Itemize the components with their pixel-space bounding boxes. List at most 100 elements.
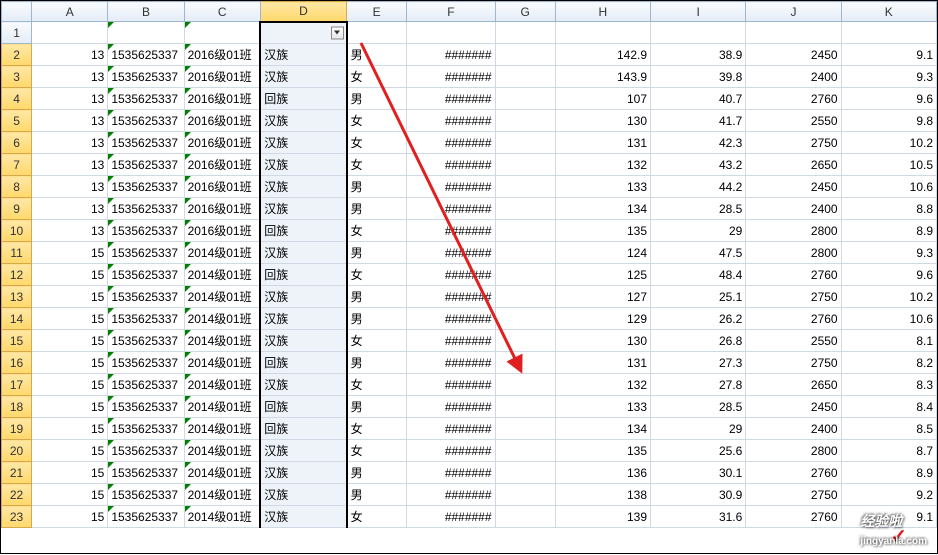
cell-B[interactable]: 1535625337 [108, 220, 184, 242]
cell-F[interactable]: ####### [407, 198, 495, 220]
cell-H[interactable]: 135 [555, 220, 650, 242]
cell-C[interactable]: 2014级01班 [184, 352, 260, 374]
cell-C[interactable]: 2016级01班 [184, 220, 260, 242]
cell-J[interactable]: 2400 [746, 418, 841, 440]
cell-D[interactable]: 回族 [260, 396, 346, 418]
cell-E[interactable]: 男 [347, 352, 407, 374]
row-header[interactable]: 13 [2, 286, 32, 308]
cell-J[interactable]: 2400 [746, 198, 841, 220]
cell-C[interactable]: 2014级01班 [184, 440, 260, 462]
cell-F[interactable]: ####### [407, 440, 495, 462]
cell-K[interactable]: 8.9 [841, 220, 936, 242]
cell-J[interactable]: 2450 [746, 44, 841, 66]
cell-I[interactable]: 30.1 [651, 462, 746, 484]
column-header-A[interactable]: A [32, 2, 108, 22]
cell-A[interactable]: 15 [32, 374, 108, 396]
cell-I[interactable]: 44.2 [651, 176, 746, 198]
cell-B[interactable]: 1535625337 [108, 396, 184, 418]
cell-G[interactable] [495, 352, 555, 374]
cell-B[interactable]: 1535625337 [108, 440, 184, 462]
cell-F[interactable]: ####### [407, 264, 495, 286]
cell-I[interactable]: 42.3 [651, 132, 746, 154]
cell-D[interactable]: 汉族 [260, 66, 346, 88]
cell-F[interactable]: ####### [407, 220, 495, 242]
cell-J[interactable]: 2760 [746, 88, 841, 110]
row-header[interactable]: 9 [2, 198, 32, 220]
cell-C[interactable]: 2014级01班 [184, 418, 260, 440]
cell-C[interactable]: 2014级01班 [184, 330, 260, 352]
cell-E[interactable]: 男 [347, 484, 407, 506]
column-header-B[interactable]: B [108, 2, 184, 22]
cell-B[interactable]: 1535625337 [108, 418, 184, 440]
cell-G[interactable] [495, 198, 555, 220]
cell-G[interactable] [495, 176, 555, 198]
cell-J[interactable]: 2800 [746, 220, 841, 242]
cell-C[interactable]: 2016级01班 [184, 44, 260, 66]
cell-G[interactable] [495, 308, 555, 330]
cell-J[interactable]: 2750 [746, 132, 841, 154]
cell-I[interactable]: 39.8 [651, 66, 746, 88]
cell-D[interactable]: 汉族 [260, 462, 346, 484]
cell-I[interactable]: 26.8 [651, 330, 746, 352]
cell-K[interactable]: 10.2 [841, 286, 936, 308]
cell-E[interactable]: 女 [347, 418, 407, 440]
cell-K[interactable]: 10.6 [841, 176, 936, 198]
cell-F[interactable]: ####### [407, 462, 495, 484]
row-header[interactable]: 3 [2, 66, 32, 88]
cell-G[interactable] [495, 220, 555, 242]
cell-G[interactable] [495, 242, 555, 264]
cell-D[interactable]: 汉族 [260, 286, 346, 308]
cell-A[interactable]: 13 [32, 198, 108, 220]
cell-K[interactable]: 9.6 [841, 264, 936, 286]
autofilter-dropdown-icon[interactable] [331, 26, 344, 39]
cell-J[interactable]: 2750 [746, 286, 841, 308]
cell-B[interactable]: 1535625337 [108, 330, 184, 352]
cell-E[interactable]: 女 [347, 264, 407, 286]
cell-H[interactable]: 143.9 [555, 66, 650, 88]
cell-B[interactable]: 1535625337 [108, 154, 184, 176]
cell-A[interactable]: 15 [32, 462, 108, 484]
cell-B[interactable]: 1535625337 [108, 176, 184, 198]
cell-A[interactable]: 15 [32, 506, 108, 528]
cell-J[interactable]: 2750 [746, 352, 841, 374]
cell-A[interactable]: 13 [32, 88, 108, 110]
cell-H[interactable]: 127 [555, 286, 650, 308]
cell-G[interactable] [495, 88, 555, 110]
cell-K[interactable]: 8.2 [841, 352, 936, 374]
column-header-J[interactable]: J [746, 2, 841, 22]
cell-B[interactable] [108, 22, 184, 44]
cell-C[interactable] [184, 22, 260, 44]
cell-A[interactable]: 13 [32, 110, 108, 132]
cell-D[interactable]: 汉族 [260, 154, 346, 176]
row-header[interactable]: 11 [2, 242, 32, 264]
cell-E[interactable]: 女 [347, 330, 407, 352]
cell-D[interactable]: 回族 [260, 220, 346, 242]
cell-G[interactable] [495, 132, 555, 154]
cell-C[interactable]: 2016级01班 [184, 66, 260, 88]
cell-H[interactable]: 135 [555, 440, 650, 462]
cell-F[interactable]: ####### [407, 132, 495, 154]
cell-A[interactable]: 15 [32, 484, 108, 506]
cell-I[interactable]: 26.2 [651, 308, 746, 330]
row-header[interactable]: 10 [2, 220, 32, 242]
cell-I[interactable]: 31.6 [651, 506, 746, 528]
cell-B[interactable]: 1535625337 [108, 484, 184, 506]
cell-K[interactable]: 8.3 [841, 374, 936, 396]
cell-F[interactable]: ####### [407, 44, 495, 66]
spreadsheet-grid[interactable]: ABCDEFGHIJK 121315356253372016级01班汉族男###… [1, 1, 937, 528]
cell-A[interactable]: 13 [32, 66, 108, 88]
cell-F[interactable]: ####### [407, 330, 495, 352]
cell-E[interactable]: 女 [347, 132, 407, 154]
cell-H[interactable]: 125 [555, 264, 650, 286]
cell-I[interactable]: 47.5 [651, 242, 746, 264]
cell-H[interactable]: 138 [555, 484, 650, 506]
cell-E[interactable]: 女 [347, 374, 407, 396]
row-header[interactable]: 5 [2, 110, 32, 132]
cell-B[interactable]: 1535625337 [108, 352, 184, 374]
cell-K[interactable]: 10.6 [841, 308, 936, 330]
column-header-I[interactable]: I [651, 2, 746, 22]
cell-H[interactable]: 130 [555, 330, 650, 352]
cell-D[interactable]: 汉族 [260, 506, 346, 528]
cell-K[interactable]: 8.9 [841, 462, 936, 484]
cell-A[interactable]: 15 [32, 308, 108, 330]
